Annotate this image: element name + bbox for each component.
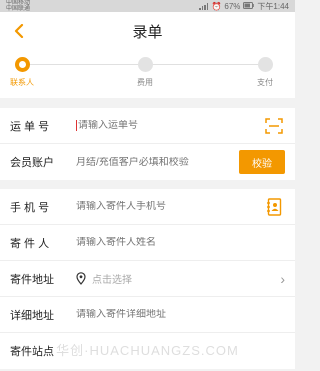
detail-label: 详细地址 [10, 309, 54, 322]
progress-stepper: 联系人 费用 支付 [0, 50, 295, 98]
waybill-section: 运 单 号 会员账户 校验 [0, 108, 295, 180]
status-indicators: ⏰ 67% 下午1:44 [199, 1, 289, 12]
step-fee[interactable]: 费用 [115, 57, 175, 88]
clock: 下午1:44 [257, 1, 289, 11]
member-account-input[interactable] [76, 156, 239, 168]
phone-input[interactable] [76, 201, 263, 212]
address-picker[interactable]: 点击选择 [76, 271, 280, 286]
step-dot [257, 57, 273, 72]
waybill-input[interactable] [76, 120, 263, 131]
chevron-right-icon: › [280, 270, 285, 287]
battery-level: 67% [224, 1, 241, 11]
back-button[interactable] [8, 20, 30, 42]
carrier-info: 中国移动 中国联通 [6, 0, 30, 12]
contacts-button[interactable] [263, 196, 285, 218]
address-label: 寄件地址 [10, 273, 54, 286]
site-label: 寄件站点 [10, 346, 54, 358]
site-row[interactable]: 寄件站点 [0, 333, 295, 369]
phone-row: 手 机 号 [0, 189, 295, 225]
scan-icon [265, 117, 283, 134]
detail-row: 详细地址 [0, 297, 295, 333]
verify-button[interactable]: 校验 [239, 150, 285, 174]
sender-row: 寄 件 人 [0, 225, 295, 261]
contact-book-icon [267, 197, 282, 216]
waybill-label: 运 单 号 [10, 120, 50, 133]
address-placeholder: 点击选择 [92, 275, 132, 286]
alarm-icon: ⏰ [211, 1, 222, 11]
sender-section: 手 机 号 寄 件 人 寄件地址 点击选择 › 详细地址 [0, 189, 295, 369]
location-pin-icon [76, 272, 86, 285]
battery-icon [243, 1, 255, 11]
step-dot-active [14, 57, 30, 72]
address-row[interactable]: 寄件地址 点击选择 › [0, 261, 295, 297]
step-dot [137, 57, 153, 72]
chevron-left-icon [14, 24, 24, 38]
step-payment[interactable]: 支付 [235, 57, 295, 88]
detail-address-input[interactable] [76, 309, 285, 320]
page-title: 录单 [132, 23, 163, 41]
scan-button[interactable] [263, 115, 285, 137]
status-bar: 中国移动 中国联通 ⏰ 67% 下午1:44 [0, 0, 295, 12]
step-label: 费用 [137, 78, 153, 87]
signal-icon [199, 2, 209, 10]
nav-bar: 录单 [0, 12, 295, 50]
sender-name-input[interactable] [76, 237, 285, 248]
member-row: 会员账户 校验 [0, 144, 295, 180]
step-label: 支付 [257, 78, 273, 87]
sender-label: 寄 件 人 [10, 237, 50, 250]
waybill-row: 运 单 号 [0, 108, 295, 144]
step-label: 联系人 [10, 78, 34, 87]
step-contact[interactable]: 联系人 [0, 57, 52, 88]
phone-label: 手 机 号 [10, 201, 50, 214]
member-label: 会员账户 [10, 157, 54, 169]
